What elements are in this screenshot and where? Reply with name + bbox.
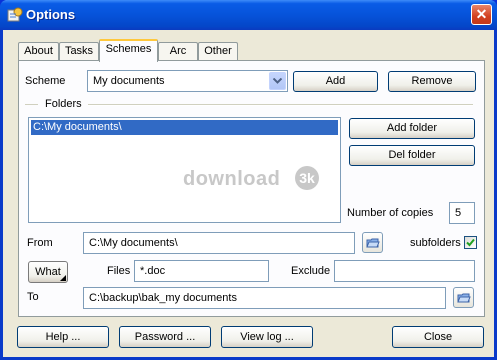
to-browse-button[interactable] — [453, 287, 474, 308]
chevron-down-icon[interactable] — [269, 72, 286, 90]
what-button[interactable]: What — [28, 261, 68, 283]
folders-group-label: Folders — [45, 98, 82, 110]
app-icon — [7, 7, 23, 22]
help-button[interactable]: Help ... — [17, 326, 109, 348]
dropdown-corner-icon — [60, 275, 66, 281]
from-label: From — [27, 237, 53, 249]
files-input[interactable]: *.doc — [134, 260, 269, 282]
to-input[interactable]: C:\backup\bak_my documents — [83, 287, 446, 309]
folder-open-icon — [366, 238, 380, 248]
folders-divider — [88, 104, 473, 106]
options-window: Options ✕ About Tasks Schemes Arc Other … — [0, 0, 497, 360]
list-item[interactable]: C:\My documents\ — [31, 120, 338, 135]
subfolders-checkbox[interactable] — [464, 236, 477, 249]
password-button[interactable]: Password ... — [119, 326, 211, 348]
scheme-combobox[interactable]: My documents — [87, 70, 288, 92]
watermark-badge: 3k — [295, 166, 319, 190]
scheme-value: My documents — [93, 75, 165, 87]
to-label: To — [27, 291, 39, 303]
tab-tasks[interactable]: Tasks — [59, 42, 99, 60]
checkmark-icon — [466, 238, 475, 247]
window-title: Options — [26, 7, 76, 22]
close-icon: ✕ — [475, 6, 488, 22]
files-label: Files — [107, 265, 131, 277]
from-input[interactable]: C:\My documents\ — [83, 232, 355, 254]
subfolders-label: subfolders — [410, 237, 461, 249]
watermark-text: download — [183, 168, 281, 190]
close-button[interactable]: Close — [392, 326, 484, 348]
folders-divider-left — [25, 104, 38, 105]
title-bar[interactable]: Options ✕ — [0, 0, 497, 30]
close-window-button[interactable]: ✕ — [471, 4, 492, 25]
exclude-input[interactable] — [334, 260, 475, 282]
del-folder-button[interactable]: Del folder — [349, 145, 475, 166]
tab-about[interactable]: About — [18, 42, 59, 60]
from-browse-button[interactable] — [362, 232, 383, 253]
tab-arc[interactable]: Arc — [158, 42, 198, 60]
copies-label: Number of copies — [347, 207, 434, 219]
tab-other[interactable]: Other — [198, 42, 238, 60]
copies-input[interactable]: 5 — [449, 202, 475, 224]
add-scheme-button[interactable]: Add — [293, 71, 378, 92]
scheme-label: Scheme — [25, 75, 66, 87]
view-log-button[interactable]: View log ... — [221, 326, 313, 348]
tab-schemes[interactable]: Schemes — [99, 39, 158, 62]
remove-scheme-button[interactable]: Remove — [388, 71, 476, 92]
exclude-label: Exclude — [291, 265, 331, 277]
folder-open-icon — [457, 293, 471, 303]
add-folder-button[interactable]: Add folder — [349, 118, 475, 139]
